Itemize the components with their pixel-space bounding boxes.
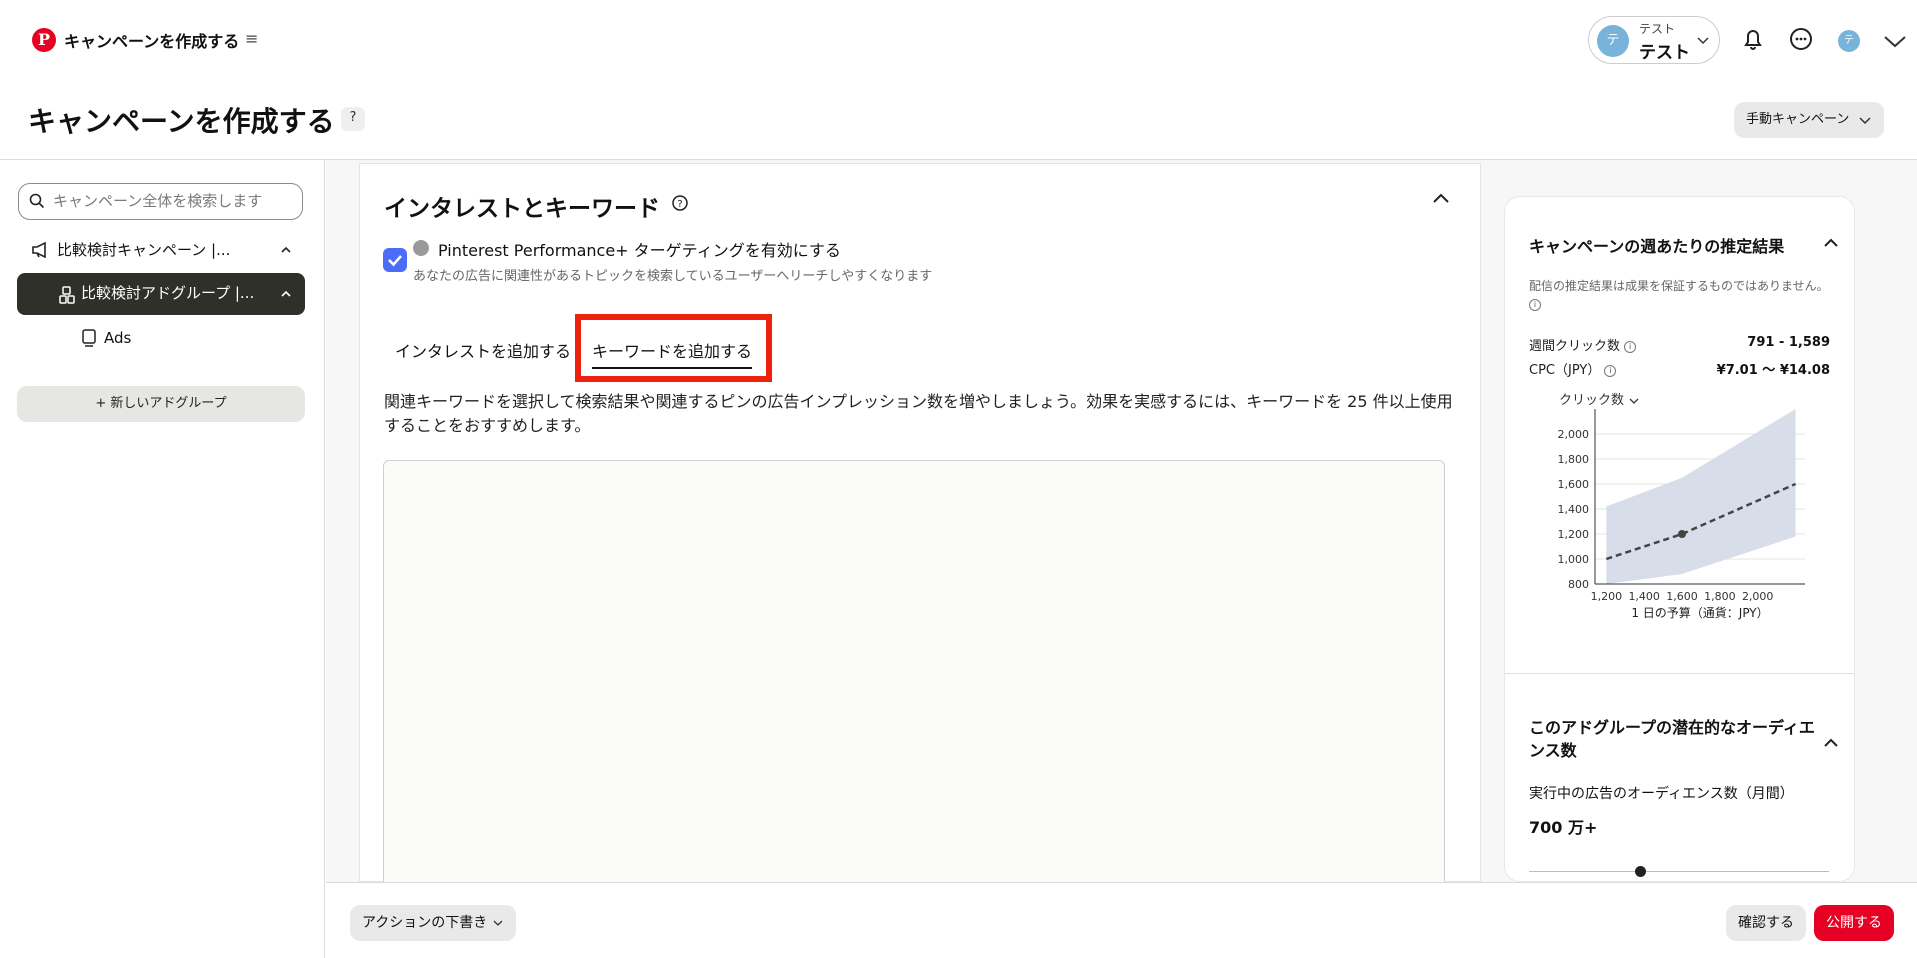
- sidebar: 比較検討キャンペーン |... 比較検討アドグループ |... Ads + 新し…: [0, 160, 325, 958]
- tree-item-ads-label: Ads: [104, 329, 132, 347]
- tree-item-adgroup-label: 比較検討アドグループ |...: [81, 284, 255, 302]
- x-tick-label: 1,600: [1666, 590, 1698, 603]
- x-tick-label: 1,200: [1591, 590, 1623, 603]
- megaphone-icon: [32, 242, 46, 258]
- new-adgroup-button[interactable]: + 新しいアドグループ: [17, 386, 305, 422]
- tree-item-campaign-label: 比較検討キャンペーン |...: [57, 241, 231, 259]
- info-icon[interactable]: i: [1624, 340, 1637, 353]
- adgroup-icon: [59, 286, 75, 304]
- y-tick-label: 800: [1568, 578, 1589, 591]
- performance-plus-description: あなたの広告に関連性があるトピックを検索しているユーザーへリーチしやすくなります: [413, 269, 933, 284]
- pinterest-logo-icon[interactable]: P: [32, 28, 56, 52]
- chevron-up-icon[interactable]: [1432, 190, 1450, 208]
- chevron-down-icon: [1697, 37, 1709, 45]
- menu-icon[interactable]: ≡: [245, 29, 258, 48]
- chevron-down-icon[interactable]: [1882, 28, 1908, 54]
- metric-cpc-text: CPC（JPY）: [1529, 363, 1601, 378]
- chevron-down-icon: [1858, 116, 1871, 124]
- audience-slider-knob[interactable]: [1635, 866, 1646, 877]
- chevron-up-icon[interactable]: [281, 289, 291, 299]
- audience-title: このアドグループの潜在的なオーディエンス数: [1529, 718, 1815, 760]
- checkmark-icon: [388, 255, 402, 267]
- estimates-title: キャンペーンの週あたりの推定結果: [1529, 237, 1785, 256]
- highlight-box: [575, 314, 772, 382]
- account-small-label: テスト: [1639, 22, 1676, 36]
- panel-title: インタレストとキーワード: [384, 196, 660, 222]
- y-tick-label: 1,200: [1558, 528, 1590, 541]
- y-tick-label: 2,000: [1558, 428, 1590, 441]
- interests-keywords-panel: インタレストとキーワード ? Pinterest Performance+ ター…: [359, 163, 1481, 890]
- keyword-description: 関連キーワードを選択して検索結果や関連するピンの広告インプレッション数を増やしま…: [384, 392, 1453, 435]
- performance-plus-checkbox[interactable]: [383, 248, 407, 272]
- app-title: キャンペーンを作成する: [64, 32, 240, 51]
- metric-clicks-text: 週間クリック数: [1529, 339, 1621, 354]
- y-tick-label: 1,800: [1558, 453, 1590, 466]
- metric-cpc-label: CPC（JPY） i: [1529, 359, 1617, 378]
- estimates-card: キャンペーンの週あたりの推定結果 配信の推定結果は成果を保証するものではありませ…: [1504, 196, 1855, 882]
- x-tick-label: 1,400: [1628, 590, 1660, 603]
- estimates-note: 配信の推定結果は成果を保証するものではありません。 i: [1529, 277, 1839, 313]
- y-tick-label: 1,000: [1558, 553, 1590, 566]
- info-icon[interactable]: i: [1604, 364, 1617, 377]
- chevron-up-icon[interactable]: [1823, 235, 1839, 251]
- x-axis-label: 1 日の予算（通貨：JPY）: [1631, 605, 1768, 620]
- campaign-mode-label: 手動キャンペーン: [1746, 112, 1850, 127]
- chevron-down-icon: [493, 920, 503, 926]
- performance-plus-icon: [413, 240, 429, 256]
- draft-actions-label: アクションの下書き: [362, 915, 488, 931]
- info-icon[interactable]: i: [1529, 298, 1541, 311]
- account-switcher[interactable]: テ テスト テスト: [1588, 16, 1720, 64]
- chart-metric-label: クリック数: [1559, 393, 1625, 408]
- y-tick-label: 1,600: [1558, 478, 1590, 491]
- tree-item-ads[interactable]: Ads: [80, 318, 280, 358]
- confirm-button[interactable]: 確認する: [1726, 905, 1806, 941]
- help-icon[interactable]: ?: [672, 195, 688, 211]
- sidebar-search[interactable]: [18, 183, 303, 220]
- metric-clicks-value: 791 - 1,589: [1747, 335, 1830, 350]
- help-icon[interactable]: ?: [341, 107, 365, 131]
- chevron-down-icon: [1629, 398, 1639, 404]
- keyword-input-area[interactable]: [383, 460, 1445, 890]
- account-name: テスト: [1639, 43, 1690, 63]
- ad-pin-icon: [82, 329, 96, 347]
- search-input[interactable]: [53, 190, 293, 212]
- messages-icon[interactable]: [1786, 24, 1816, 54]
- x-tick-label: 1,800: [1704, 590, 1736, 603]
- metric-clicks-label: 週間クリック数 i: [1529, 335, 1637, 354]
- tree-item-campaign[interactable]: 比較検討キャンペーン |...: [17, 230, 305, 270]
- bell-icon[interactable]: [1738, 24, 1768, 54]
- tab-add-interests[interactable]: インタレストを追加する: [395, 339, 571, 369]
- series-point: [1678, 530, 1687, 538]
- x-tick-label: 2,000: [1742, 590, 1774, 603]
- top-bar: P キャンペーンを作成する ≡ テ テスト テスト テ: [0, 0, 1917, 80]
- chevron-up-icon[interactable]: [1823, 735, 1839, 751]
- metric-cpc-value: ¥7.01 ～ ¥14.08: [1716, 363, 1830, 378]
- svg-text:?: ?: [677, 199, 682, 210]
- performance-plus-label: Pinterest Performance+ ターゲティングを有効にする: [438, 241, 841, 260]
- tree-item-adgroup[interactable]: 比較検討アドグループ |...: [17, 273, 305, 315]
- page-title: キャンペーンを作成する: [28, 105, 335, 138]
- chart-metric-dropdown[interactable]: クリック数: [1559, 389, 1640, 408]
- y-tick-label: 1,400: [1558, 503, 1590, 516]
- audience-slider-track: [1529, 871, 1829, 872]
- draft-actions-dropdown[interactable]: アクションの下書き: [350, 905, 516, 941]
- search-icon: [29, 193, 45, 209]
- account-avatar: テ: [1597, 25, 1629, 57]
- campaign-mode-dropdown[interactable]: 手動キャンペーン: [1734, 102, 1884, 138]
- publish-button[interactable]: 公開する: [1814, 905, 1894, 941]
- estimates-divider: [1505, 673, 1854, 674]
- footer-bar: アクションの下書き 確認する 公開する: [326, 882, 1917, 958]
- estimates-note-text: 配信の推定結果は成果を保証するものではありません。: [1529, 279, 1829, 293]
- budget-clicks-chart: 800 1,000 1,200 1,400 1,600 1,800 2,000 1,200 1,…: [1558, 409, 1805, 620]
- audience-value: 700 万+: [1529, 818, 1598, 837]
- chevron-up-icon[interactable]: [281, 245, 291, 255]
- audience-label: 実行中の広告のオーディエンス数（月間）: [1529, 786, 1794, 802]
- profile-avatar[interactable]: テ: [1838, 30, 1860, 52]
